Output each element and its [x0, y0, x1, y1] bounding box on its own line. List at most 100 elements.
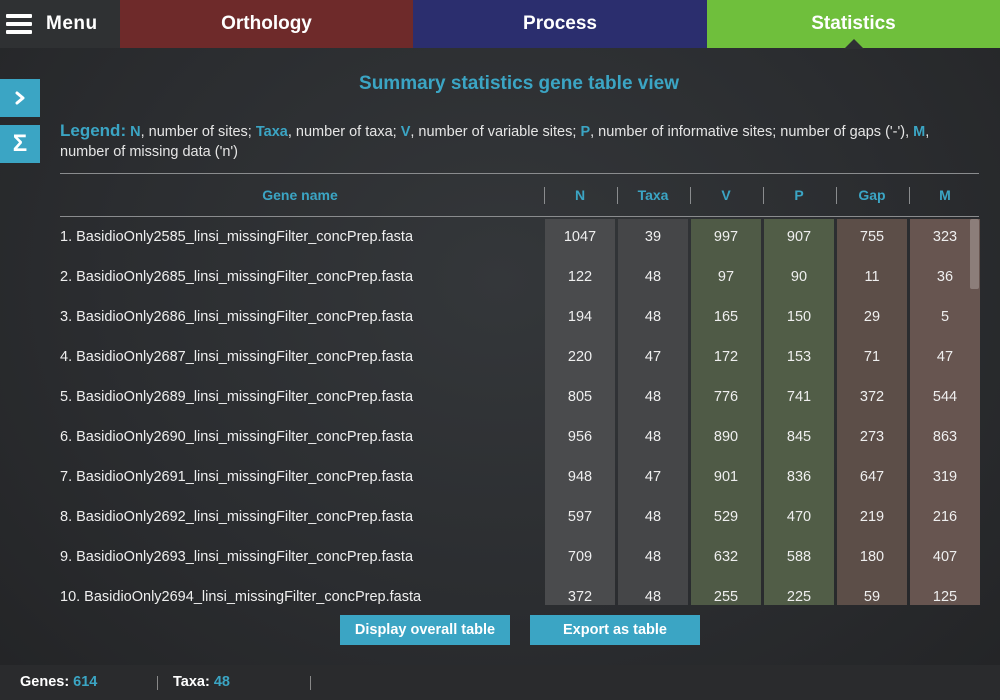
legend-text-taxa: , number of taxa;: [287, 124, 401, 140]
cell-v: 255: [713, 589, 739, 605]
table-row[interactable]: 5. BasidioOnly2689_linsi_missingFilter_c…: [60, 379, 980, 419]
legend-text-p: , number of informative sites; number of…: [590, 124, 914, 140]
table-row[interactable]: 2. BasidioOnly2685_linsi_missingFilter_c…: [60, 259, 980, 299]
legend-key-taxa: Taxa: [255, 124, 288, 140]
legend-title: Legend:: [60, 121, 127, 140]
cell-n: 194: [567, 309, 593, 325]
tab-statistics[interactable]: Statistics: [707, 0, 1000, 49]
cell-taxa: 48: [644, 589, 662, 605]
cell-taxa: 39: [644, 229, 662, 245]
legend-text-n: , number of sites;: [140, 124, 256, 140]
expand-panel-button[interactable]: [0, 79, 40, 117]
header-gap[interactable]: Gap: [837, 174, 907, 216]
header-taxa[interactable]: Taxa: [618, 174, 688, 216]
menu-button[interactable]: Menu: [0, 0, 120, 48]
cell-gap: 755: [859, 229, 885, 245]
cell-gap: 29: [863, 309, 881, 325]
cell-m: 407: [932, 549, 958, 565]
header-gene-name[interactable]: Gene name: [60, 174, 540, 216]
cell-v: 901: [713, 469, 739, 485]
gene-name-cell: 5. BasidioOnly2689_linsi_missingFilter_c…: [60, 389, 414, 405]
cell-m: 863: [932, 429, 958, 445]
cell-m: 544: [932, 389, 958, 405]
cell-gap: 180: [859, 549, 885, 565]
table-row[interactable]: 4. BasidioOnly2687_linsi_missingFilter_c…: [60, 339, 980, 379]
cell-m: 5: [940, 309, 950, 325]
export-as-table-button[interactable]: Export as table: [530, 615, 700, 645]
table-row[interactable]: 3. BasidioOnly2686_linsi_missingFilter_c…: [60, 299, 980, 339]
cell-v: 97: [717, 269, 735, 285]
header-m[interactable]: M: [910, 174, 980, 216]
table-scrollbar[interactable]: [970, 219, 979, 289]
header-v[interactable]: V: [691, 174, 761, 216]
sigma-icon: Σ: [12, 130, 28, 157]
cell-n: 805: [567, 389, 593, 405]
cell-n: 709: [567, 549, 593, 565]
cell-gap: 647: [859, 469, 885, 485]
gene-name-cell: 7. BasidioOnly2691_linsi_missingFilter_c…: [60, 469, 414, 485]
footer-divider: [157, 676, 158, 690]
cell-v: 529: [713, 509, 739, 525]
cell-p: 845: [786, 429, 812, 445]
genes-count: Genes: 614: [20, 674, 97, 690]
cell-p: 225: [786, 589, 812, 605]
cell-gap: 219: [859, 509, 885, 525]
cell-n: 597: [567, 509, 593, 525]
tab-orthology[interactable]: Orthology: [120, 0, 413, 48]
cell-m: 125: [932, 589, 958, 605]
table-row[interactable]: 9. BasidioOnly2693_linsi_missingFilter_c…: [60, 539, 980, 579]
cell-gap: 372: [859, 389, 885, 405]
status-bar: Genes: 614 Taxa: 48: [0, 665, 1000, 700]
cell-taxa: 48: [644, 509, 662, 525]
table-row[interactable]: 6. BasidioOnly2690_linsi_missingFilter_c…: [60, 419, 980, 459]
display-overall-table-button[interactable]: Display overall table: [340, 615, 510, 645]
cell-gap: 11: [864, 269, 880, 285]
cell-m: 47: [936, 349, 954, 365]
gene-name-cell: 10. BasidioOnly2694_linsi_missingFilter_…: [60, 589, 422, 605]
cell-p: 150: [786, 309, 812, 325]
taxa-count: Taxa: 48: [173, 674, 230, 690]
cell-p: 907: [786, 229, 812, 245]
tab-process[interactable]: Process: [413, 0, 707, 48]
cell-taxa: 48: [644, 389, 662, 405]
tab-process-label: Process: [523, 13, 597, 34]
cell-taxa: 48: [644, 429, 662, 445]
menu-label: Menu: [46, 13, 98, 34]
table-row[interactable]: 1. BasidioOnly2585_linsi_missingFilter_c…: [60, 219, 980, 259]
cell-m: 319: [932, 469, 958, 485]
cell-taxa: 48: [644, 309, 662, 325]
tab-statistics-label: Statistics: [811, 13, 896, 34]
gene-name-cell: 4. BasidioOnly2687_linsi_missingFilter_c…: [60, 349, 414, 365]
table-row[interactable]: 10. BasidioOnly2694_linsi_missingFilter_…: [60, 579, 980, 605]
cell-gap: 273: [859, 429, 885, 445]
chevron-right-icon: [15, 91, 25, 105]
header-n[interactable]: N: [545, 174, 615, 216]
cell-p: 90: [790, 269, 808, 285]
cell-v: 776: [713, 389, 739, 405]
legend-key-m: M: [913, 124, 926, 140]
cell-n: 372: [567, 589, 593, 605]
table-header-divider: [60, 216, 979, 217]
cell-n: 1047: [563, 229, 597, 245]
cell-n: 956: [567, 429, 593, 445]
table-row[interactable]: 7. BasidioOnly2691_linsi_missingFilter_c…: [60, 459, 980, 499]
cell-v: 632: [713, 549, 739, 565]
page-title: Summary statistics gene table view: [359, 73, 679, 94]
cell-v: 997: [713, 229, 739, 245]
cell-p: 470: [786, 509, 812, 525]
cell-gap: 71: [863, 349, 881, 365]
header-p[interactable]: P: [764, 174, 834, 216]
cell-p: 741: [786, 389, 812, 405]
top-nav: Menu Orthology Process Statistics: [0, 0, 1000, 49]
cell-n: 948: [567, 469, 593, 485]
table-body[interactable]: 1. BasidioOnly2585_linsi_missingFilter_c…: [60, 219, 980, 605]
hamburger-icon: [6, 14, 32, 34]
gene-name-cell: 1. BasidioOnly2585_linsi_missingFilter_c…: [60, 229, 414, 245]
gene-name-cell: 3. BasidioOnly2686_linsi_missingFilter_c…: [60, 309, 414, 325]
summary-stats-button[interactable]: Σ: [0, 125, 40, 163]
footer-divider: [310, 676, 311, 690]
cell-p: 836: [786, 469, 812, 485]
legend-key-v: V: [400, 124, 411, 140]
table-row[interactable]: 8. BasidioOnly2692_linsi_missingFilter_c…: [60, 499, 980, 539]
legend-text-v: , number of variable sites;: [410, 124, 581, 140]
